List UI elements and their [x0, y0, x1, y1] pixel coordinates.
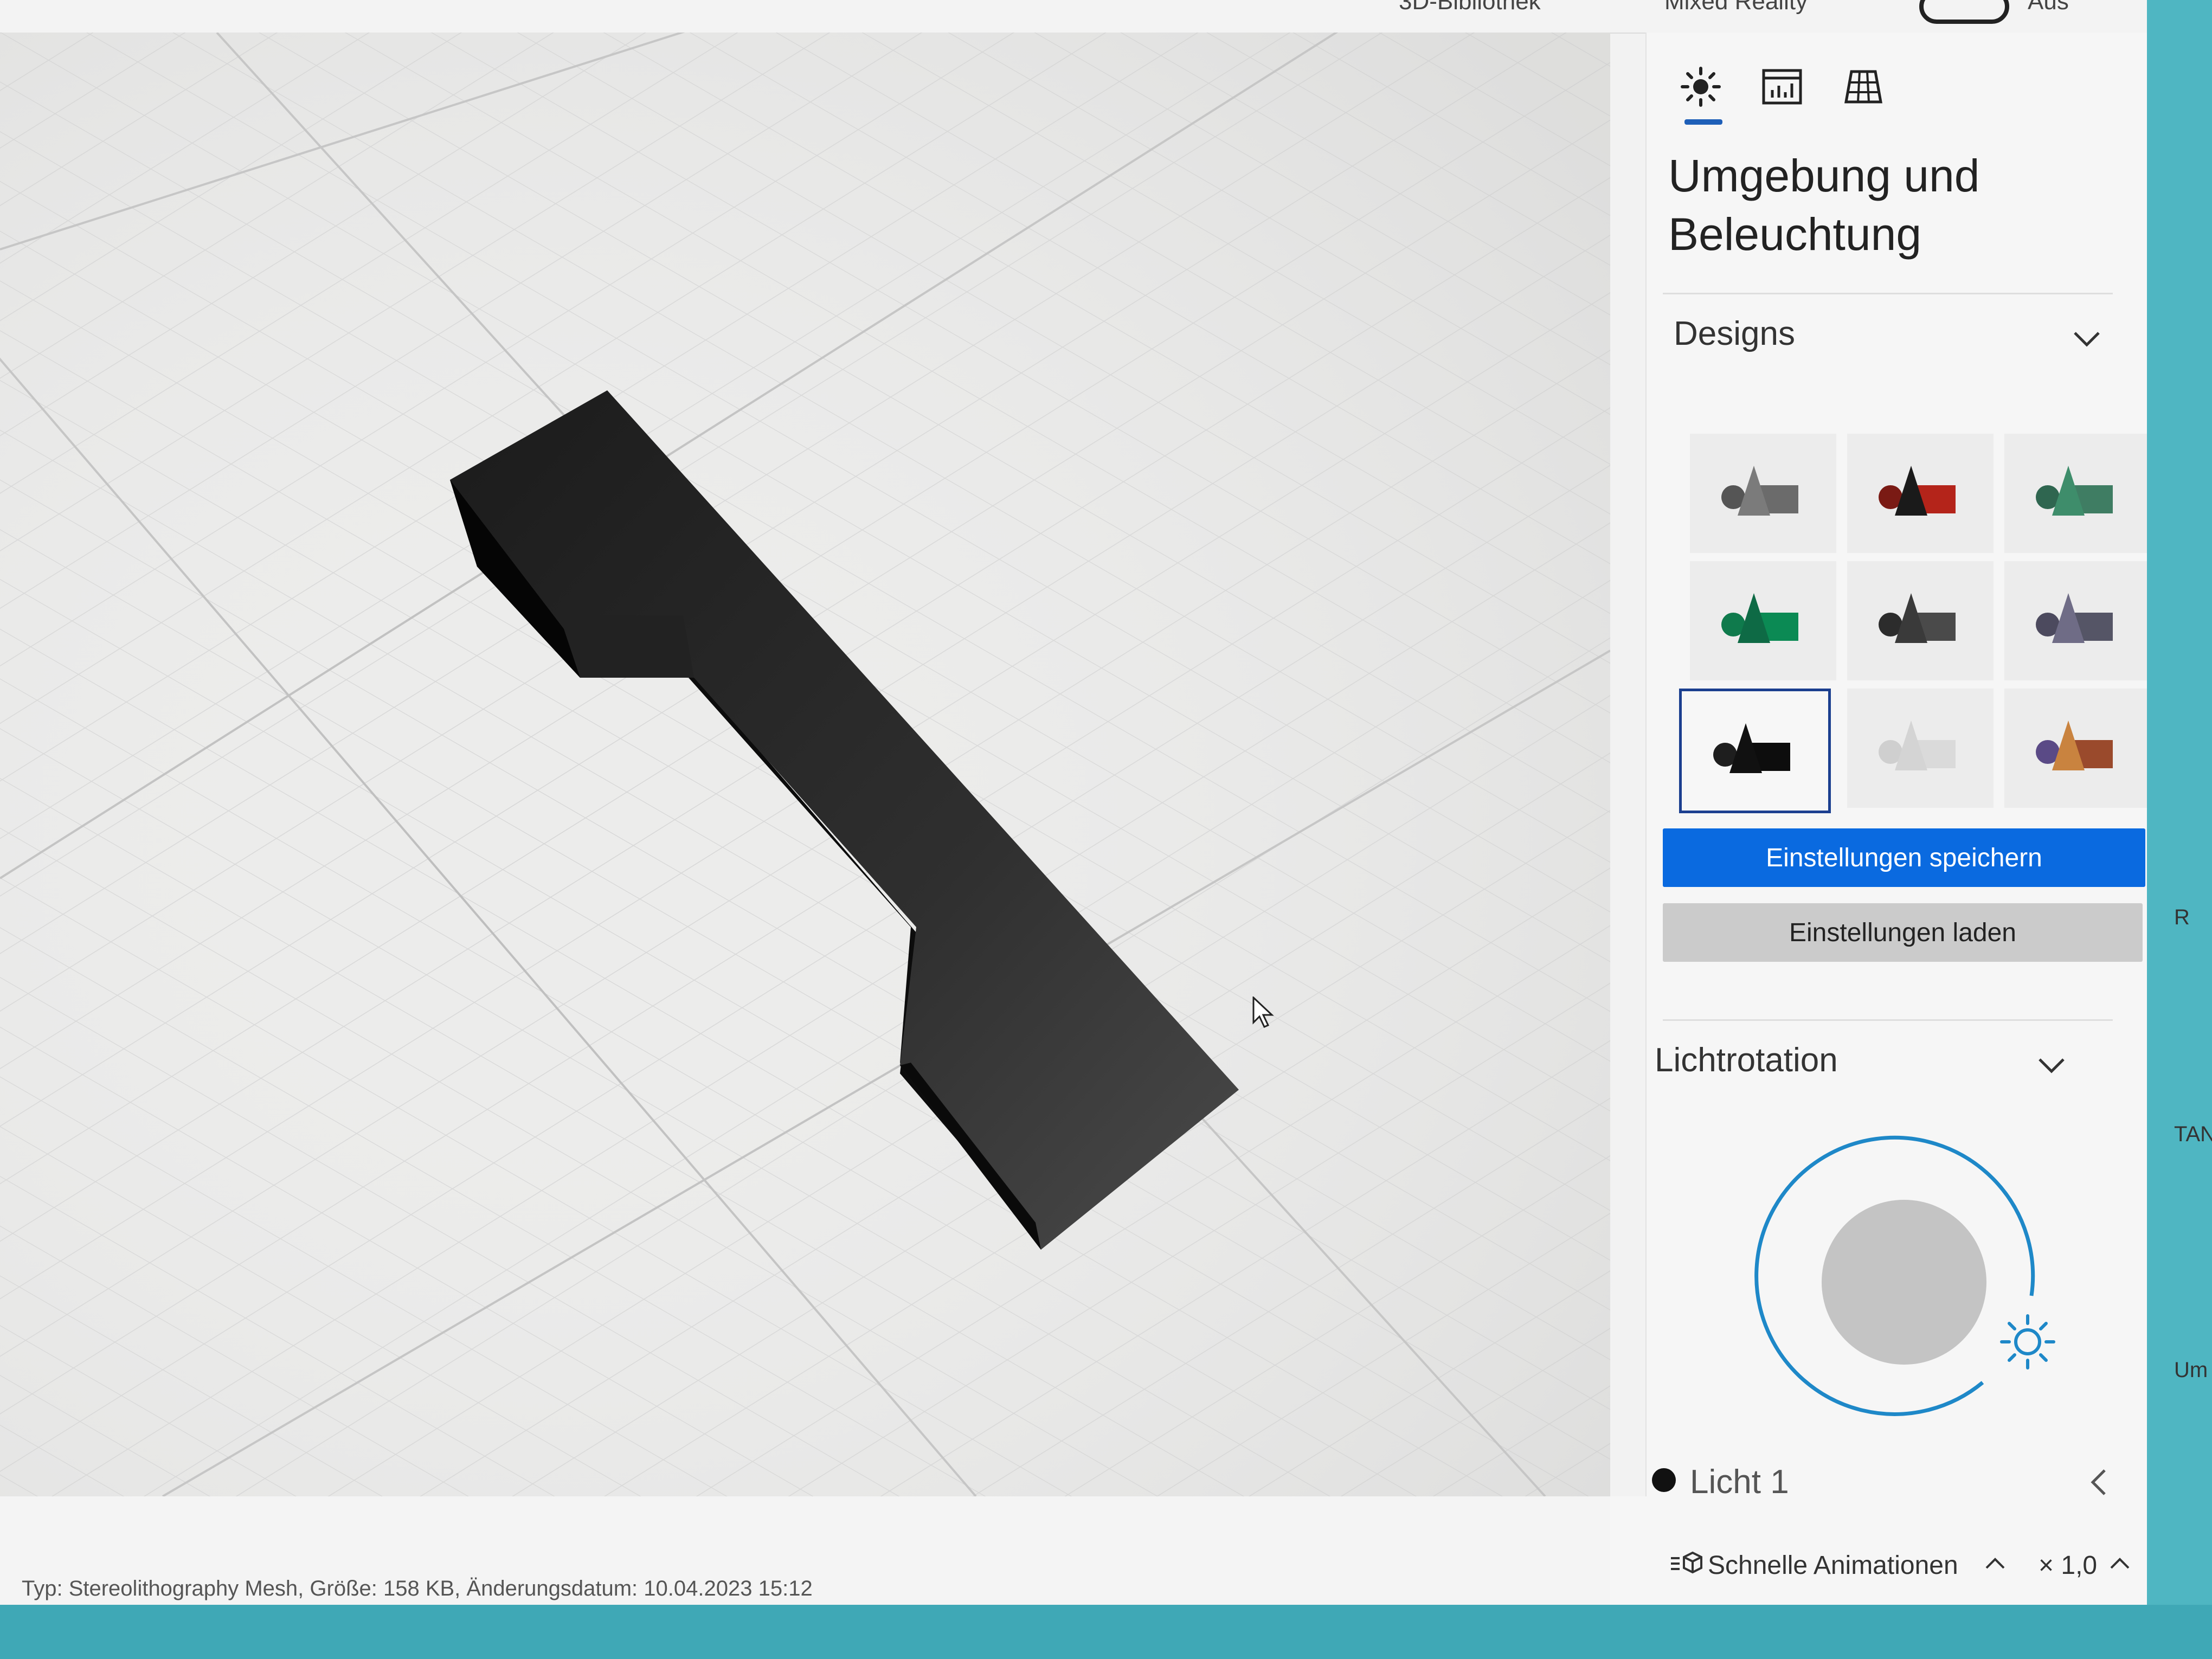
status-strip: Typ: Stereolithography Mesh, Größe: 158 …: [0, 1496, 1610, 1605]
design-preview-icon: [2036, 466, 2113, 516]
light-sphere-preview: [1822, 1200, 1986, 1365]
designs-header[interactable]: Designs: [1674, 304, 2107, 363]
tab-environment[interactable]: [1668, 54, 1733, 125]
chevron-up-icon[interactable]: [2109, 1555, 2131, 1573]
design-preset-2[interactable]: [1847, 434, 1994, 553]
animation-icon[interactable]: [1670, 1551, 1705, 1583]
designs-header-label: Designs: [1674, 314, 1795, 352]
file-info: Typ: Stereolithography Mesh, Größe: 158 …: [22, 1577, 813, 1600]
tab-statistics[interactable]: [1750, 54, 1815, 119]
divider: [1663, 293, 2113, 294]
stats-icon: [1762, 69, 1802, 105]
save-settings-button[interactable]: Einstellungen speichern: [1663, 828, 2145, 887]
panel-title-line2: Beleuchtung: [1668, 209, 1922, 260]
tab-grid[interactable]: [1831, 54, 1896, 119]
3d-viewport[interactable]: [0, 33, 1610, 1496]
grid-icon: [1844, 70, 1882, 104]
chevron-down-icon: [2072, 319, 2102, 357]
panel-tabs: [1668, 54, 1994, 130]
design-preview-icon: [2036, 593, 2113, 643]
design-preset-3[interactable]: [2004, 434, 2147, 553]
light-rotation-label: Lichtrotation: [1655, 1041, 1838, 1079]
design-preset-8[interactable]: [1847, 689, 1994, 808]
library-link[interactable]: 3D-Bibliothek: [1399, 0, 1541, 15]
design-preview-icon: [1721, 466, 1798, 516]
design-preset-9[interactable]: [2004, 689, 2147, 808]
side-panel: Umgebung und Beleuchtung Designs Einstel…: [1645, 33, 2147, 1572]
quick-animations-button[interactable]: Schnelle Animationen: [1708, 1551, 1958, 1580]
light-label: Licht 1: [1690, 1463, 1789, 1501]
design-preview-icon: [1713, 723, 1790, 773]
design-preset-6[interactable]: [2004, 561, 2147, 680]
chevron-left-icon[interactable]: [2088, 1467, 2110, 1500]
light-rotation-dial[interactable]: [1744, 1133, 2069, 1439]
light-rotation-header[interactable]: Lichtrotation: [1655, 1030, 2088, 1090]
design-preset-4[interactable]: [1690, 561, 1836, 680]
design-preset-7[interactable]: [1679, 689, 1831, 813]
bottom-bar: Schnelle Animationen × 1,0: [1610, 1496, 2147, 1605]
design-preview-icon: [2036, 721, 2113, 770]
mixed-reality-toggle[interactable]: [1919, 0, 2009, 24]
edge-label: TAN: [2174, 1122, 2212, 1146]
load-settings-button[interactable]: Einstellungen laden: [1663, 903, 2143, 962]
design-preview-icon: [1721, 593, 1798, 643]
panel-title-line1: Umgebung und: [1668, 150, 1980, 201]
paint3d-window: 3D-Bibliothek Mixed Reality Aus Typ: Ste…: [0, 0, 2147, 1605]
monitor-frame: [0, 1605, 2212, 1659]
sun-handle-icon[interactable]: [2000, 1314, 2055, 1369]
chevron-up-icon[interactable]: [1984, 1555, 2006, 1573]
mixed-reality-label: Mixed Reality: [1664, 0, 1808, 15]
title-bar: 3D-Bibliothek Mixed Reality Aus: [0, 0, 2147, 34]
animation-speed[interactable]: × 1,0: [2039, 1551, 2097, 1580]
design-preset-5[interactable]: [1847, 561, 1994, 680]
design-preset-1[interactable]: [1690, 434, 1836, 553]
sun-icon: [1681, 67, 1721, 107]
design-preview-icon: [1879, 721, 1956, 770]
edge-label: Um: [2174, 1358, 2208, 1382]
toggle-state-label: Aus: [2028, 0, 2069, 15]
viewport-canvas: [0, 33, 1610, 1496]
chevron-down-icon: [2036, 1045, 2067, 1084]
designs-grid: [1679, 434, 2147, 813]
design-preview-icon: [1879, 593, 1956, 643]
edge-label: R: [2174, 905, 2190, 929]
light-color-dot: [1652, 1468, 1676, 1492]
divider: [1663, 1019, 2113, 1021]
design-preview-icon: [1879, 466, 1956, 516]
panel-title: Umgebung und Beleuchtung: [1668, 146, 2102, 263]
